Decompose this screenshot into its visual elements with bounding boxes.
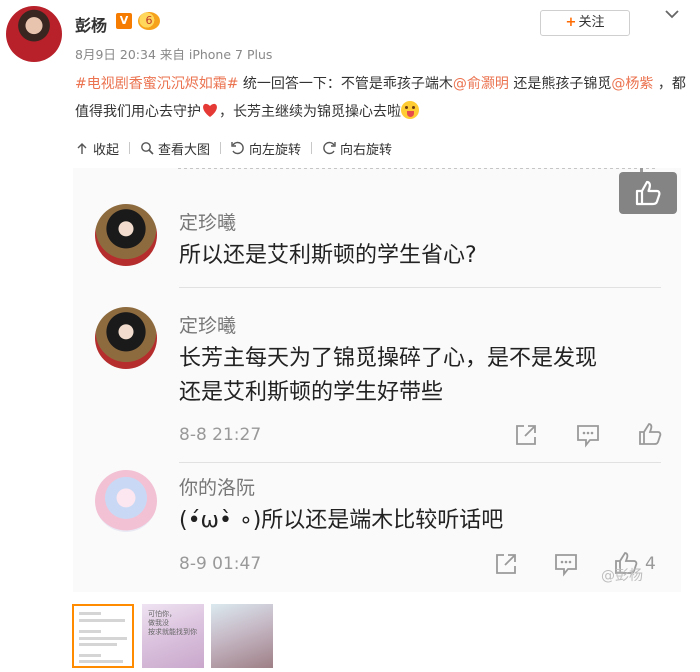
top-divider xyxy=(178,168,658,169)
thumbnail-caption: 可怕你， 做我没 按求就能找到你 xyxy=(148,610,197,636)
comment-avatar xyxy=(95,307,157,369)
comment-username: 定珍曦 xyxy=(179,212,237,234)
rotate-right-label: 向右旋转 xyxy=(340,142,393,158)
toolbar-divider xyxy=(129,142,131,154)
comment-timestamp: 8-8 21:27 xyxy=(179,425,262,445)
comment-timestamp: 8-9 01:47 xyxy=(179,554,262,574)
rotate-left-button[interactable]: 向左旋转 xyxy=(231,139,301,158)
thumbs-up-icon xyxy=(635,180,661,206)
comment-text: 所以还是艾利斯顿的学生省心? xyxy=(179,243,477,268)
rotate-right-button[interactable]: 向右旋转 xyxy=(322,139,392,158)
comment-text-line2: 还是艾利斯顿的学生好带些 xyxy=(179,380,444,405)
post-image[interactable]: 定珍曦 所以还是艾利斯顿的学生省心? 定珍曦 长芳主每天为了锦觅操碎了心，是不是… xyxy=(73,168,681,592)
thumb-line xyxy=(79,654,101,657)
view-large-label: 查看大图 xyxy=(158,142,211,158)
tongue-face-emoji-icon xyxy=(401,101,419,119)
comment-avatar xyxy=(95,204,157,266)
image-like-button[interactable] xyxy=(619,172,677,214)
thumb-line xyxy=(79,619,125,622)
thumb-line xyxy=(79,630,101,633)
rotate-right-icon xyxy=(323,141,336,155)
watermark: @彭杨 xyxy=(601,568,643,584)
rotate-left-label: 向左旋转 xyxy=(249,142,302,158)
rotate-left-icon xyxy=(231,141,244,155)
collapse-label: 收起 xyxy=(93,142,120,158)
toolbar-divider xyxy=(220,142,222,154)
thumbnail-3[interactable] xyxy=(211,604,273,668)
heart-emoji-icon xyxy=(203,103,217,117)
author-avatar[interactable] xyxy=(6,6,62,62)
thumb-line xyxy=(79,637,127,640)
comment-icon xyxy=(555,554,577,577)
thumbnail-2[interactable]: 可怕你， 做我没 按求就能找到你 xyxy=(142,604,204,668)
thumb-line xyxy=(79,612,101,615)
post-text-part4: ，长芳主继续为锦觅操心去啦 xyxy=(219,104,401,120)
level-badge: 6 xyxy=(138,12,160,30)
post-text: #电视剧香蜜沉沉烬如霜# 统一回答一下：不管是乖孩子端木@俞灏明 还是熊孩子锦觅… xyxy=(75,70,691,126)
comment-avatar xyxy=(95,470,157,532)
post-meta: 8月9日 20:34 来自 iPhone 7 Plus xyxy=(75,47,273,62)
like-count: 4 xyxy=(645,554,656,574)
share-icon xyxy=(516,425,536,445)
comment-divider xyxy=(179,462,661,463)
comment-username: 定珍曦 xyxy=(179,315,237,337)
collapse-icon xyxy=(77,143,87,154)
comment-divider xyxy=(179,287,661,288)
thumb-line xyxy=(79,643,117,646)
follow-label: 关注 xyxy=(578,15,605,30)
mention-link-1[interactable]: @俞灏明 xyxy=(453,76,509,92)
post-text-part1: 统一回答一下：不管是乖孩子端木 xyxy=(238,76,453,92)
author-name[interactable]: 彭杨 xyxy=(75,12,107,36)
thumbnail-1-selected[interactable] xyxy=(72,604,134,668)
comment-username: 你的洛阮 xyxy=(179,477,256,499)
toolbar-divider xyxy=(311,142,313,154)
view-large-button[interactable]: 查看大图 xyxy=(140,139,210,158)
chevron-down-icon[interactable] xyxy=(664,6,680,22)
comment-icon xyxy=(577,425,599,448)
mention-link-2[interactable]: @杨紫 xyxy=(611,76,653,92)
plus-icon: + xyxy=(565,15,577,30)
collapse-button[interactable]: 收起 xyxy=(75,139,119,158)
verified-badge: V xyxy=(116,13,132,29)
thumb-line xyxy=(79,660,123,663)
image-toolbar: 收起 查看大图 向左旋转 向右旋转 xyxy=(75,138,455,158)
post-text-part2: 还是熊孩子锦觅 xyxy=(508,76,612,92)
like-icon xyxy=(639,423,662,445)
follow-button[interactable]: + 关注 xyxy=(540,10,630,36)
share-icon xyxy=(496,554,516,574)
comment-text-line1: 长芳主每天为了锦觅操碎了心，是不是发现 xyxy=(179,346,598,371)
search-icon xyxy=(141,142,154,155)
comment-text: (•́ω•̀ ∘)所以还是端木比较听话吧 xyxy=(179,508,504,533)
topic-link[interactable]: #电视剧香蜜沉沉烬如霜# xyxy=(75,76,238,92)
comment-screenshot: 定珍曦 所以还是艾利斯顿的学生省心? 定珍曦 长芳主每天为了锦觅操碎了心，是不是… xyxy=(73,168,681,592)
